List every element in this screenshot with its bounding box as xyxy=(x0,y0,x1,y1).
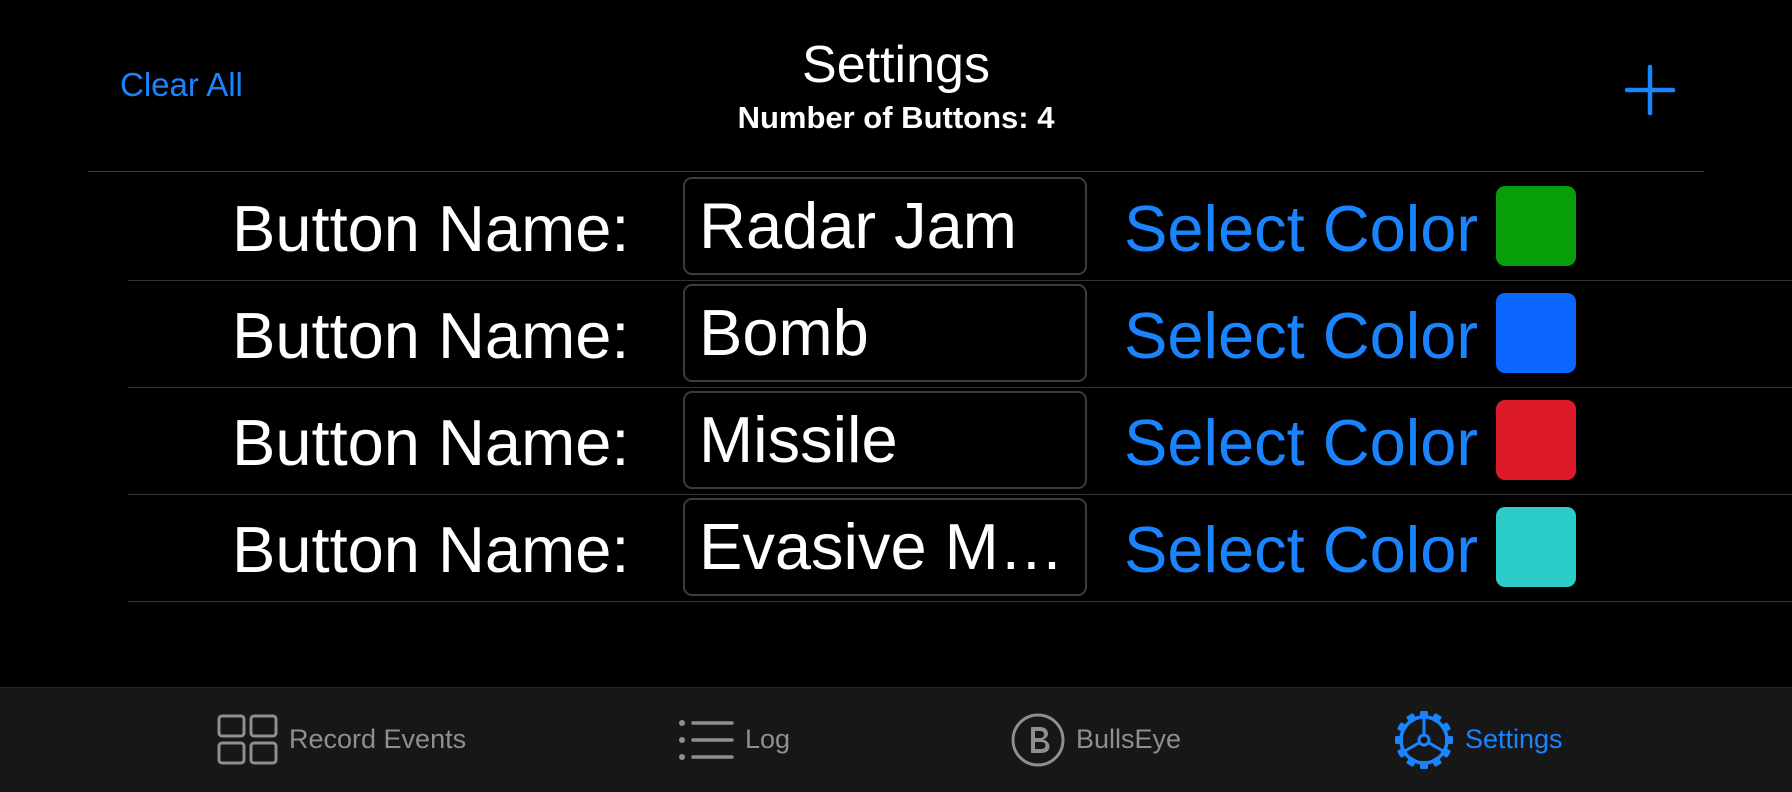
select-color-button[interactable]: Select Color xyxy=(1124,192,1478,266)
button-name-label: Button Name: xyxy=(232,192,630,265)
tab-label-record-events: Record Events xyxy=(289,724,467,754)
select-color-button[interactable]: Select Color xyxy=(1124,513,1478,587)
plus-icon xyxy=(1624,64,1676,116)
color-swatch[interactable] xyxy=(1496,400,1576,480)
list-icon xyxy=(679,719,734,760)
add-button[interactable] xyxy=(1624,64,1676,116)
button-name-field[interactable]: Radar Jam xyxy=(683,177,1087,275)
button-count: Number of Buttons: 4 xyxy=(737,100,1055,135)
tab-label-log: Log xyxy=(745,724,791,754)
tab-label-settings: Settings xyxy=(1465,724,1563,754)
row-divider xyxy=(128,601,1792,602)
button-name-field[interactable]: Missile xyxy=(683,391,1087,489)
color-swatch[interactable] xyxy=(1496,293,1576,373)
tab-log[interactable]: Log xyxy=(677,687,790,792)
gear-icon xyxy=(1395,710,1453,769)
circle-b-icon xyxy=(1011,713,1065,766)
tab-bullseye[interactable]: BullsEye xyxy=(1010,687,1181,792)
button-settings-list: Button Name: Radar Jam Select Color Butt… xyxy=(0,174,1792,602)
color-swatch[interactable] xyxy=(1496,507,1576,587)
color-swatch[interactable] xyxy=(1496,186,1576,266)
button-name-label: Button Name: xyxy=(232,299,630,372)
page-title: Settings xyxy=(802,36,990,94)
button-name-label: Button Name: xyxy=(232,513,630,586)
nav-divider xyxy=(88,171,1704,172)
title-block: Settings Number of Buttons: 4 xyxy=(0,32,1792,138)
tab-bar: Record Events Log BullsEye Settings xyxy=(0,687,1792,792)
button-row: Button Name: Bomb Select Color xyxy=(0,281,1792,388)
button-name-field[interactable]: Bomb xyxy=(683,284,1087,382)
tab-settings[interactable]: Settings xyxy=(1393,687,1563,792)
select-color-button[interactable]: Select Color xyxy=(1124,406,1478,480)
button-row: Button Name: Radar Jam Select Color xyxy=(0,174,1792,281)
button-row: Button Name: Evasive Ma... Select Color xyxy=(0,495,1792,602)
tab-record-events[interactable]: Record Events xyxy=(217,687,466,792)
tab-label-bullseye: BullsEye xyxy=(1076,724,1182,754)
button-name-label: Button Name: xyxy=(232,406,630,479)
button-name-field[interactable]: Evasive Ma... xyxy=(683,498,1087,596)
navigation-bar: Clear All Settings Number of Buttons: 4 xyxy=(0,0,1792,172)
select-color-button[interactable]: Select Color xyxy=(1124,299,1478,373)
button-row: Button Name: Missile Select Color xyxy=(0,388,1792,495)
grid-icon xyxy=(217,714,278,764)
